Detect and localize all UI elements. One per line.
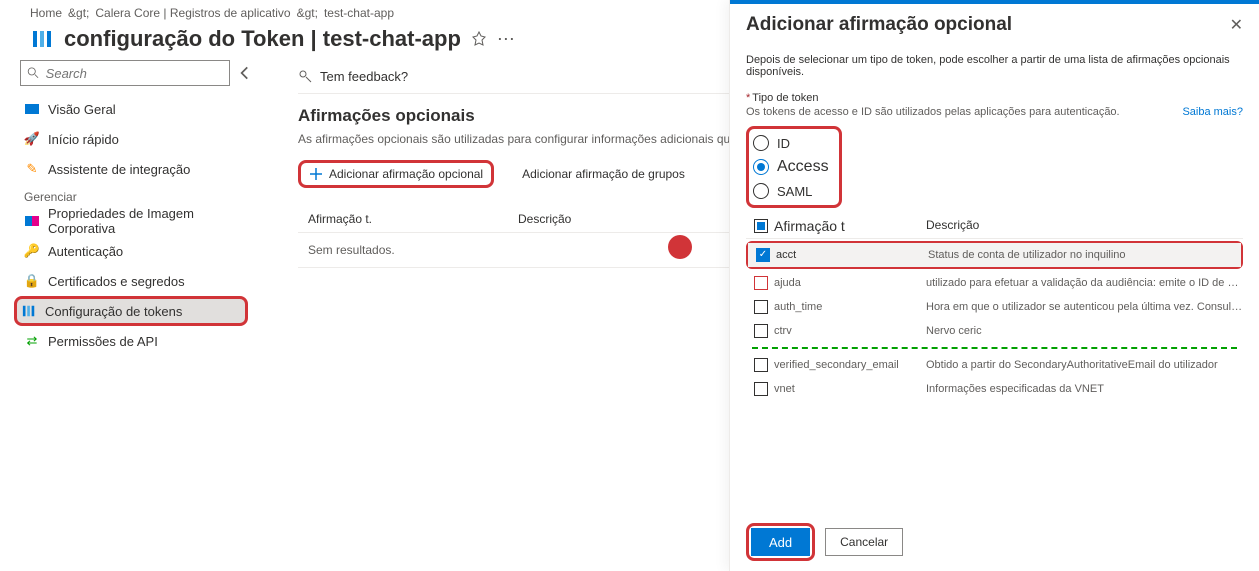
claim-desc: Obtido a partir do SecondaryAuthoritativ… bbox=[926, 359, 1243, 371]
radio-label: Access bbox=[777, 158, 829, 176]
sidebar-item-label: Configuração de tokens bbox=[45, 304, 182, 319]
checkbox-icon[interactable] bbox=[754, 276, 768, 290]
add-optional-claim-button[interactable]: Adicionar afirmação opcional bbox=[298, 160, 494, 188]
sidebar-item-overview[interactable]: Visão Geral bbox=[20, 94, 268, 124]
column-claim: Afirmação t. bbox=[298, 212, 518, 226]
panel-footer: Add Cancelar bbox=[730, 513, 1259, 571]
claim-name: vnet bbox=[774, 383, 795, 395]
select-all-checkbox[interactable] bbox=[754, 219, 768, 233]
more-menu-icon[interactable]: ⋯ bbox=[497, 30, 515, 48]
claim-name: verified_secondary_email bbox=[774, 359, 899, 371]
claim-row-verified-email[interactable]: verified_secondary_email Obtido a partir… bbox=[746, 353, 1243, 377]
sidebar-item-certs[interactable]: 🔒 Certificados e segredos bbox=[20, 266, 268, 296]
checkbox-icon[interactable] bbox=[754, 382, 768, 396]
checkbox-icon[interactable] bbox=[756, 248, 770, 262]
sidebar-item-label: Visão Geral bbox=[48, 102, 116, 117]
radio-circle bbox=[753, 135, 769, 151]
empty-label: Sem resultados. bbox=[308, 243, 395, 257]
feedback-icon bbox=[298, 69, 314, 85]
branding-icon bbox=[24, 213, 40, 229]
claim-name: ctrv bbox=[774, 325, 792, 337]
radio-circle bbox=[753, 159, 769, 175]
breadcrumb-sep: &gt; bbox=[68, 6, 89, 20]
add-button[interactable]: Add bbox=[751, 528, 810, 556]
claim-row-auth-time[interactable]: auth_time Hora em que o utilizador se au… bbox=[746, 295, 1243, 319]
panel-title: Adicionar afirmação opcional bbox=[746, 14, 1012, 36]
claim-desc: Nervo ceric bbox=[926, 325, 1243, 337]
radio-circle bbox=[753, 183, 769, 199]
radio-label: SAML bbox=[777, 184, 812, 199]
claim-row-vnet[interactable]: vnet Informações especificadas da VNET bbox=[746, 377, 1243, 401]
cancel-button[interactable]: Cancelar bbox=[825, 528, 903, 556]
add-claim-panel: Adicionar afirmação opcional ✕ Depois de… bbox=[729, 0, 1259, 571]
token-type-help: Os tokens de acesso e ID são utilizados … bbox=[746, 106, 1120, 118]
claim-desc: Informações especificadas da VNET bbox=[926, 383, 1243, 395]
claim-name: auth_time bbox=[774, 301, 822, 313]
sidebar-item-auth[interactable]: 🔑 Autenticação bbox=[20, 236, 268, 266]
sidebar-item-label: Certificados e segredos bbox=[48, 274, 185, 289]
sidebar-section-manage: Gerenciar bbox=[20, 184, 268, 206]
radio-saml[interactable]: SAML bbox=[753, 179, 829, 203]
plus-icon bbox=[309, 167, 323, 181]
sidebar-item-branding[interactable]: Propriedades de Imagem Corporativa bbox=[20, 206, 268, 236]
breadcrumb-sep: &gt; bbox=[297, 6, 318, 20]
token-config-icon bbox=[30, 27, 54, 51]
breadcrumb-path2[interactable]: test-chat-app bbox=[324, 6, 394, 20]
sidebar-item-quickstart[interactable]: 🚀 Início rápido bbox=[20, 124, 268, 154]
radio-id[interactable]: ID bbox=[753, 131, 829, 155]
feedback-label: Tem feedback? bbox=[320, 69, 408, 84]
auth-icon: 🔑 bbox=[24, 243, 40, 259]
claim-desc: Status de conta de utilizador no inquili… bbox=[928, 249, 1241, 261]
token-icon bbox=[21, 303, 37, 319]
panel-description: Depois de selecionar um tipo de token, p… bbox=[746, 48, 1243, 92]
claim-row-ajuda[interactable]: ajuda utilizado para efetuar a validação… bbox=[746, 271, 1243, 295]
button-label: Adicionar afirmação opcional bbox=[329, 167, 483, 181]
sidebar: Visão Geral 🚀 Início rápido ✎ Assistente… bbox=[0, 60, 268, 356]
sidebar-item-api[interactable]: ⇄ Permissões de API bbox=[20, 326, 268, 356]
checkbox-icon[interactable] bbox=[754, 300, 768, 314]
cert-icon: 🔒 bbox=[24, 273, 40, 289]
sidebar-item-integration[interactable]: ✎ Assistente de integração bbox=[20, 154, 268, 184]
sidebar-item-label: Início rápido bbox=[48, 132, 119, 147]
claim-row-ctry[interactable]: ctrv Nervo ceric bbox=[746, 319, 1243, 343]
sidebar-item-label: Propriedades de Imagem Corporativa bbox=[48, 206, 264, 236]
collapse-icon[interactable] bbox=[236, 64, 254, 82]
breadcrumb-home[interactable]: Home bbox=[30, 6, 62, 20]
close-icon[interactable]: ✕ bbox=[1230, 15, 1243, 35]
pin-icon[interactable] bbox=[471, 31, 487, 47]
search-icon bbox=[27, 66, 40, 80]
claim-name: acct bbox=[776, 249, 796, 261]
wizard-icon: ✎ bbox=[24, 161, 40, 177]
claim-row-acct[interactable]: acct Status de conta de utilizador no in… bbox=[748, 243, 1241, 267]
sidebar-item-label: Autenticação bbox=[48, 244, 123, 259]
claims-table-header: Afirmação t Descrição bbox=[746, 214, 1243, 239]
column-claim: Afirmação t bbox=[774, 218, 845, 234]
sidebar-item-tokens[interactable]: Configuração de tokens bbox=[14, 296, 248, 326]
truncation-divider bbox=[752, 347, 1237, 349]
learn-more-link[interactable]: Saiba mais? bbox=[1182, 106, 1243, 118]
button-label: Adicionar afirmação de grupos bbox=[522, 167, 685, 181]
api-icon: ⇄ bbox=[24, 333, 40, 349]
search-input[interactable] bbox=[20, 60, 230, 86]
radio-label: ID bbox=[777, 136, 790, 151]
checkbox-icon[interactable] bbox=[754, 324, 768, 338]
sidebar-item-label: Permissões de API bbox=[48, 334, 158, 349]
claim-name: ajuda bbox=[774, 277, 801, 289]
checkbox-icon[interactable] bbox=[754, 358, 768, 372]
radio-access[interactable]: Access bbox=[753, 155, 829, 179]
token-type-label: *Tipo de token bbox=[746, 92, 1243, 104]
claim-desc: utilizado para efetuar a validação da au… bbox=[926, 277, 1243, 289]
search-field[interactable] bbox=[46, 66, 223, 81]
breadcrumb-path1[interactable]: Calera Core | Registros de aplicativo bbox=[95, 6, 290, 20]
sidebar-item-label: Assistente de integração bbox=[48, 162, 190, 177]
add-group-claim-button[interactable]: Adicionar afirmação de grupos bbox=[514, 163, 693, 185]
page-title: configuração do Token | test-chat-app bbox=[64, 26, 461, 52]
claim-desc: Hora em que o utilizador se autenticou p… bbox=[926, 301, 1243, 313]
overview-icon bbox=[24, 101, 40, 117]
column-description: Descrição bbox=[926, 218, 1243, 234]
rocket-icon: 🚀 bbox=[24, 131, 40, 147]
highlight-dot bbox=[668, 235, 692, 259]
